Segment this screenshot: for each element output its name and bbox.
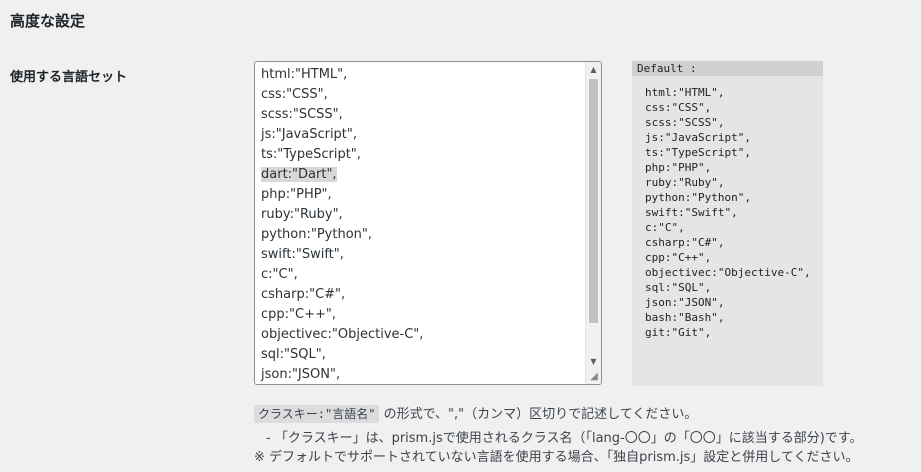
textarea-line[interactable]: php:"PHP", <box>261 185 583 205</box>
textarea-line[interactable]: objectivec:"Objective-C", <box>261 325 583 345</box>
textarea-line-text: cpp:"C++", <box>261 307 336 322</box>
default-line: ruby:"Ruby", <box>645 176 725 189</box>
textarea-line-text: js:"JavaScript", <box>261 127 358 142</box>
default-line: csharp:"C#", <box>645 236 725 249</box>
default-line: sql:"SQL", <box>645 281 712 294</box>
format-code: クラスキー:"言語名" <box>254 405 380 423</box>
textarea-scrollbar[interactable]: ▲ ▼ <box>585 62 601 384</box>
textarea-line-text: c:"C", <box>261 267 298 282</box>
default-line: js:"JavaScript", <box>645 131 751 144</box>
default-line: json:"JSON", <box>645 296 725 309</box>
language-set-textarea[interactable]: html:"HTML", css:"CSS", scss:"SCSS", js:"Ja… <box>254 61 602 385</box>
section-title: 高度な設定 <box>10 12 86 30</box>
default-line: objectivec:"Objective-C", <box>645 266 811 279</box>
default-line: html:"HTML", <box>645 86 725 99</box>
textarea-line-text: php:"PHP", <box>261 187 332 202</box>
default-values-list: html:"HTML", css:"CSS", scss:"SCSS", js:"Ja… <box>632 76 823 340</box>
textarea-line[interactable]: cpp:"C++", <box>261 305 583 325</box>
textarea-line[interactable]: ruby:"Ruby", <box>261 205 583 225</box>
custom-prism-note: ※ デフォルトでサポートされていない言語を使用する場合、「独自prism.js」… <box>254 450 859 465</box>
default-values-box: Default : html:"HTML", css:"CSS", scss:"SC… <box>632 61 823 386</box>
textarea-line-text: json:"JSON", <box>261 367 341 382</box>
textarea-line-text: dart:"Dart", <box>261 167 337 182</box>
textarea-line-text: scss:"SCSS", <box>261 107 343 122</box>
textarea-line[interactable]: ts:"TypeScript", <box>261 145 583 165</box>
textarea-line-text: csharp:"C#", <box>261 287 346 302</box>
default-line: c:"C", <box>645 221 685 234</box>
textarea-line-text: html:"HTML", <box>261 67 348 82</box>
textarea-line-text: python:"Python", <box>261 227 373 242</box>
textarea-content[interactable]: html:"HTML", css:"CSS", scss:"SCSS", js:"Ja… <box>261 65 583 384</box>
default-line: cpp:"C++", <box>645 251 712 264</box>
textarea-line-text: ruby:"Ruby", <box>261 207 343 222</box>
textarea-line[interactable]: scss:"SCSS", <box>261 105 583 125</box>
format-description: クラスキー:"言語名" の形式で、","（カンマ）区切りで記述してください。 <box>254 403 698 423</box>
textarea-line-text: objectivec:"Objective-C", <box>261 327 424 342</box>
default-line: css:"CSS", <box>645 101 712 114</box>
textarea-line-text: ts:"TypeScript", <box>261 147 361 162</box>
language-set-label: 使用する言語セット <box>10 70 128 85</box>
textarea-line-text: sql:"SQL", <box>261 347 326 362</box>
scroll-down-icon[interactable]: ▼ <box>586 354 601 370</box>
textarea-line[interactable]: js:"JavaScript", <box>261 125 583 145</box>
textarea-line[interactable]: swift:"Swift", <box>261 245 583 265</box>
textarea-line-text: css:"CSS", <box>261 87 328 102</box>
default-line: git:"Git", <box>645 326 712 339</box>
textarea-line[interactable]: sql:"SQL", <box>261 345 583 365</box>
resize-grip-icon[interactable]: ◢ <box>588 371 600 383</box>
textarea-line[interactable]: csharp:"C#", <box>261 285 583 305</box>
default-line: python:"Python", <box>645 191 751 204</box>
default-line: scss:"SCSS", <box>645 116 725 129</box>
default-line: ts:"TypeScript", <box>645 146 751 159</box>
default-heading: Default : <box>632 61 823 76</box>
class-key-note: - 「クラスキー」は、prism.jsで使用されるクラス名（「lang-〇〇」の… <box>266 431 863 446</box>
default-line: php:"PHP", <box>645 161 712 174</box>
textarea-line[interactable]: json:"JSON", <box>261 365 583 384</box>
textarea-line[interactable]: c:"C", <box>261 265 583 285</box>
textarea-line[interactable]: css:"CSS", <box>261 85 583 105</box>
textarea-line[interactable]: dart:"Dart", <box>261 165 583 185</box>
textarea-line-text: swift:"Swift", <box>261 247 344 262</box>
textarea-line[interactable]: html:"HTML", <box>261 65 583 85</box>
format-text: の形式で、","（カンマ）区切りで記述してください。 <box>379 407 698 422</box>
default-line: bash:"Bash", <box>645 311 725 324</box>
default-line: swift:"Swift", <box>645 206 738 219</box>
scroll-up-icon[interactable]: ▲ <box>586 62 601 78</box>
textarea-line[interactable]: python:"Python", <box>261 225 583 245</box>
scroll-thumb[interactable] <box>589 79 598 323</box>
